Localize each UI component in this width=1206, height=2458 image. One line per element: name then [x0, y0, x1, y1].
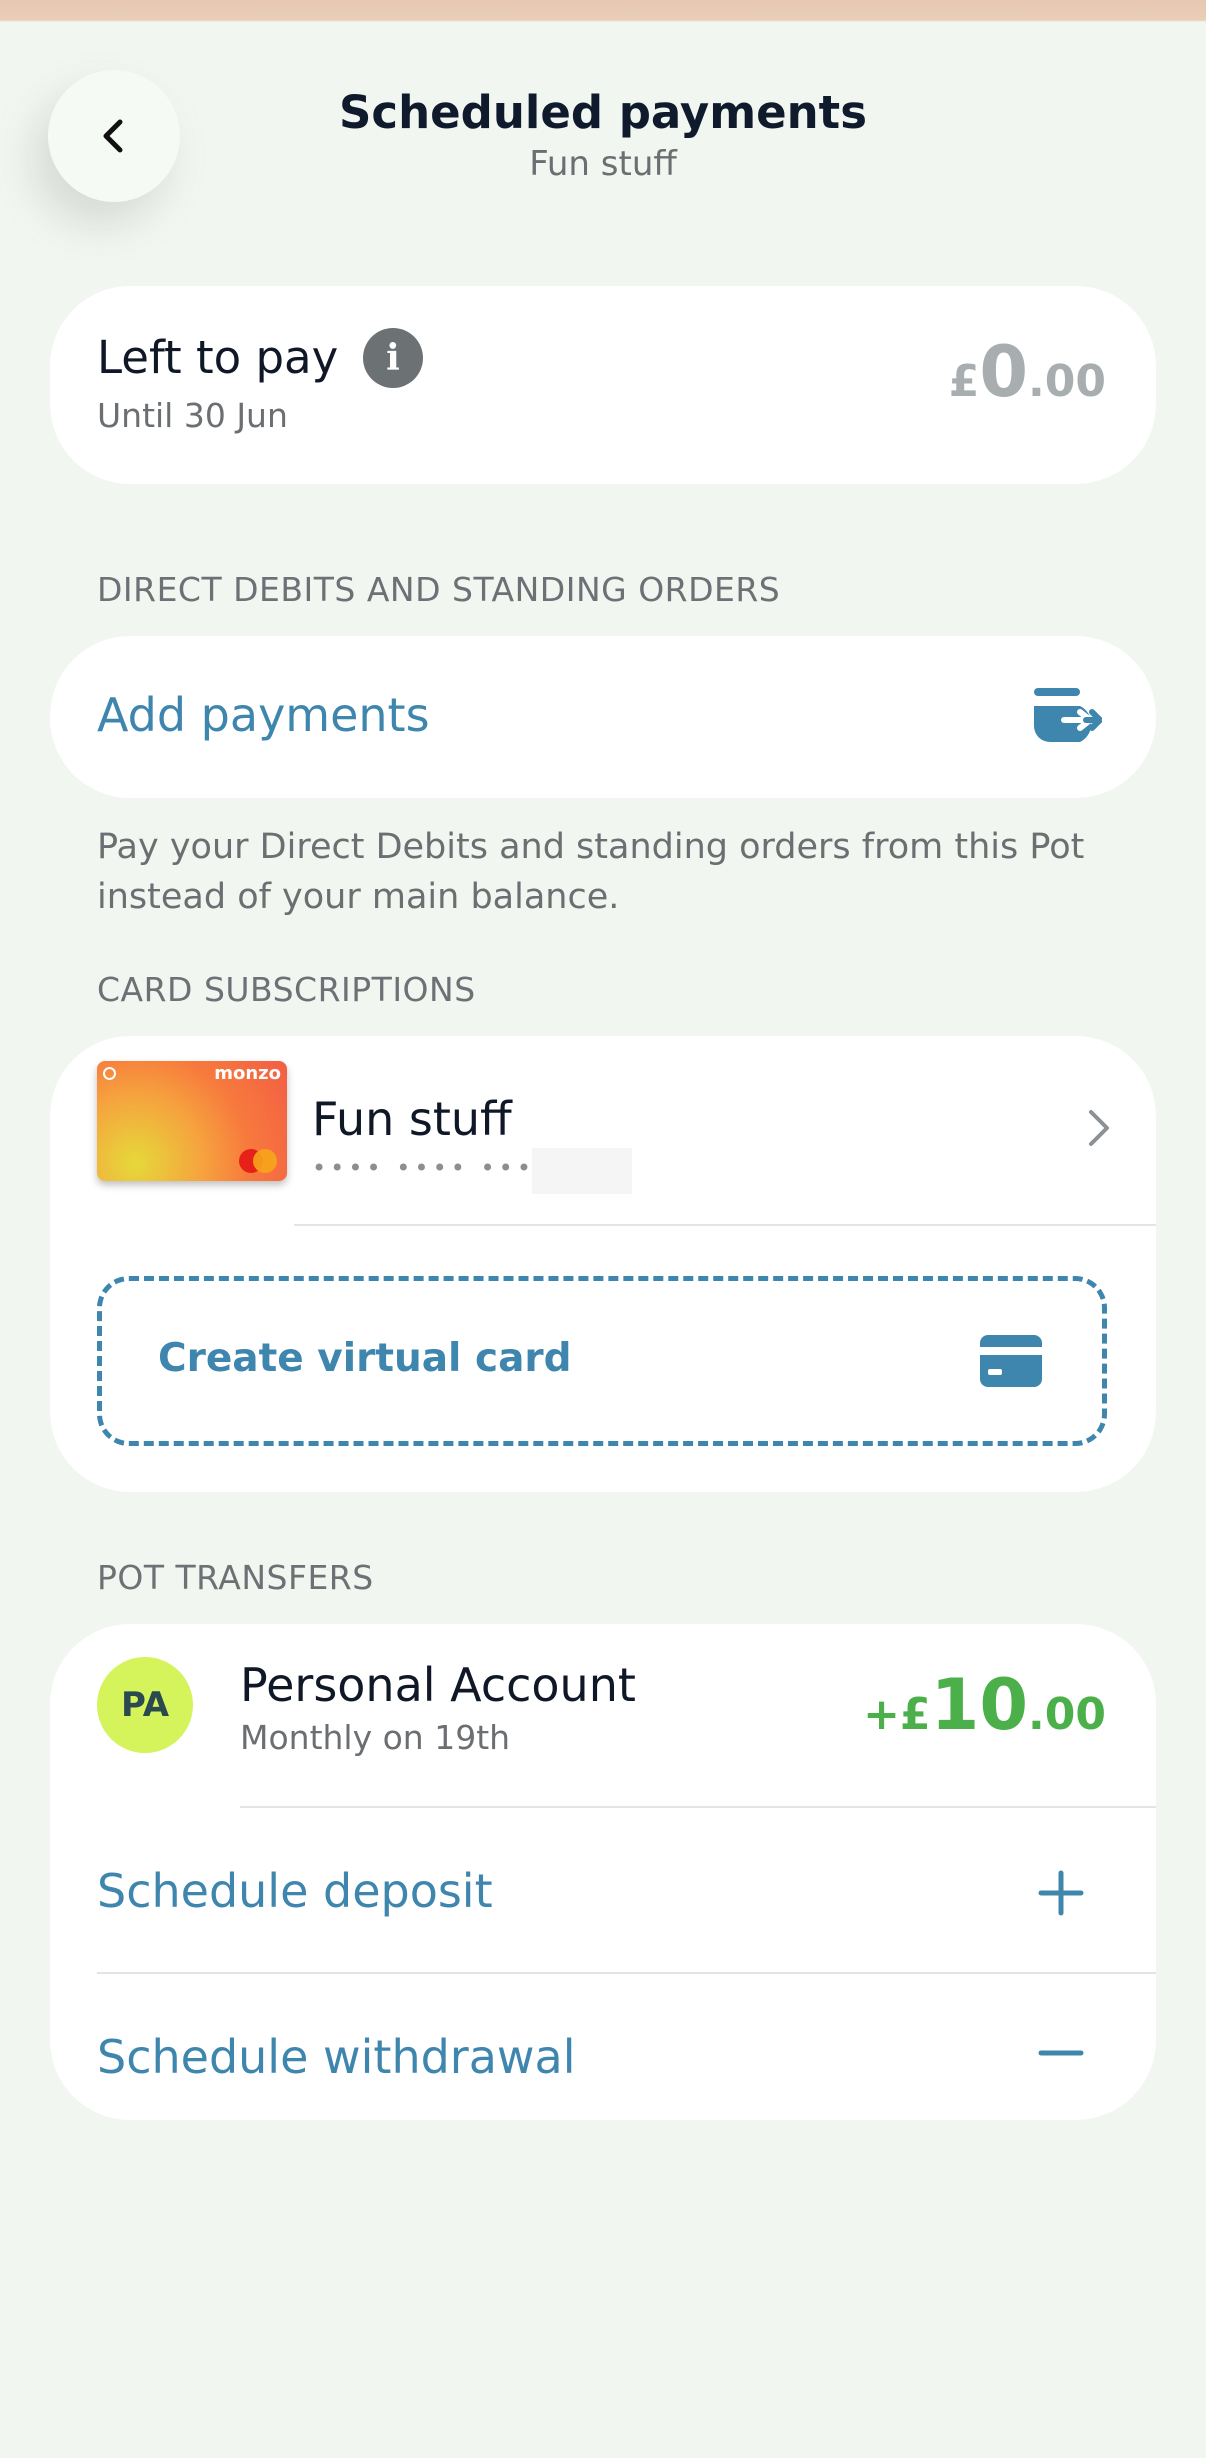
account-name: Personal Account [240, 1658, 636, 1712]
transfer-schedule: Monthly on 19th [240, 1718, 511, 1757]
card-number-redacted [532, 1148, 632, 1194]
schedule-deposit-button[interactable]: Schedule deposit [50, 1808, 1156, 1972]
transfer-amount: +£10.00 [863, 1664, 1106, 1746]
page-subtitle: Fun stuff [529, 144, 677, 184]
plus-icon [1038, 1870, 1084, 1916]
card-name: Fun stuff [312, 1092, 512, 1146]
schedule-withdrawal-label: Schedule withdrawal [97, 2030, 576, 2084]
direct-debits-section-label: DIRECT DEBITS AND STANDING ORDERS [97, 570, 781, 609]
page-title: Scheduled payments [339, 86, 867, 139]
pot-transfers-card: PA Personal Account Monthly on 19th +£10… [50, 1624, 1156, 2120]
card-number-mask: •••• •••• •••• [312, 1154, 554, 1182]
bottom-sheet: Scheduled payments Fun stuff Left to pay… [0, 22, 1206, 2458]
schedule-deposit-label: Schedule deposit [97, 1864, 493, 1918]
divider [294, 1224, 1156, 1226]
amount-minor: .00 [1028, 356, 1106, 407]
left-to-pay-card: Left to pay i Until 30 Jun £0.00 [50, 286, 1156, 484]
card-brand: monzo [214, 1063, 281, 1084]
personal-account-transfer-row[interactable]: PA Personal Account Monthly on 19th +£10… [50, 1624, 1156, 1786]
add-payments-button[interactable]: Add payments [50, 636, 1156, 798]
pot-transfers-section-label: POT TRANSFERS [97, 1558, 374, 1597]
direct-debits-description: Pay your Direct Debits and standing orde… [97, 827, 1085, 917]
left-to-pay-label: Left to pay [97, 331, 339, 384]
card-row[interactable]: monzo Fun stuff •••• •••• •••• [50, 1036, 1156, 1204]
transfer-amount-prefix: +£ [863, 1689, 931, 1740]
left-to-pay-amount: £0.00 [949, 331, 1106, 413]
create-virtual-card-label: Create virtual card [158, 1336, 572, 1381]
schedule-withdrawal-button[interactable]: Schedule withdrawal [50, 1974, 1156, 2120]
transfer-amount-minor: .00 [1028, 1689, 1106, 1740]
left-to-pay-until: Until 30 Jun [97, 396, 288, 435]
amount-currency: £ [948, 356, 980, 407]
avatar: PA [97, 1657, 193, 1753]
monzo-card-thumbnail: monzo [97, 1061, 287, 1181]
card-subscriptions-section-label: CARD SUBSCRIPTIONS [97, 970, 476, 1009]
add-payments-label: Add payments [97, 688, 430, 742]
minus-icon [1038, 2050, 1084, 2056]
direct-debit-icon [1034, 688, 1102, 742]
create-virtual-card-button[interactable]: Create virtual card [97, 1276, 1107, 1446]
chevron-right-icon [1089, 1110, 1109, 1146]
card-subscriptions-card: monzo Fun stuff •••• •••• •••• Create vi… [50, 1036, 1156, 1492]
credit-card-icon [980, 1335, 1042, 1387]
amount-major: 0 [979, 331, 1029, 413]
transfer-amount-major: 10 [930, 1664, 1029, 1746]
info-icon[interactable]: i [363, 328, 423, 388]
card-dot [103, 1067, 116, 1080]
mastercard-icon [239, 1149, 279, 1173]
